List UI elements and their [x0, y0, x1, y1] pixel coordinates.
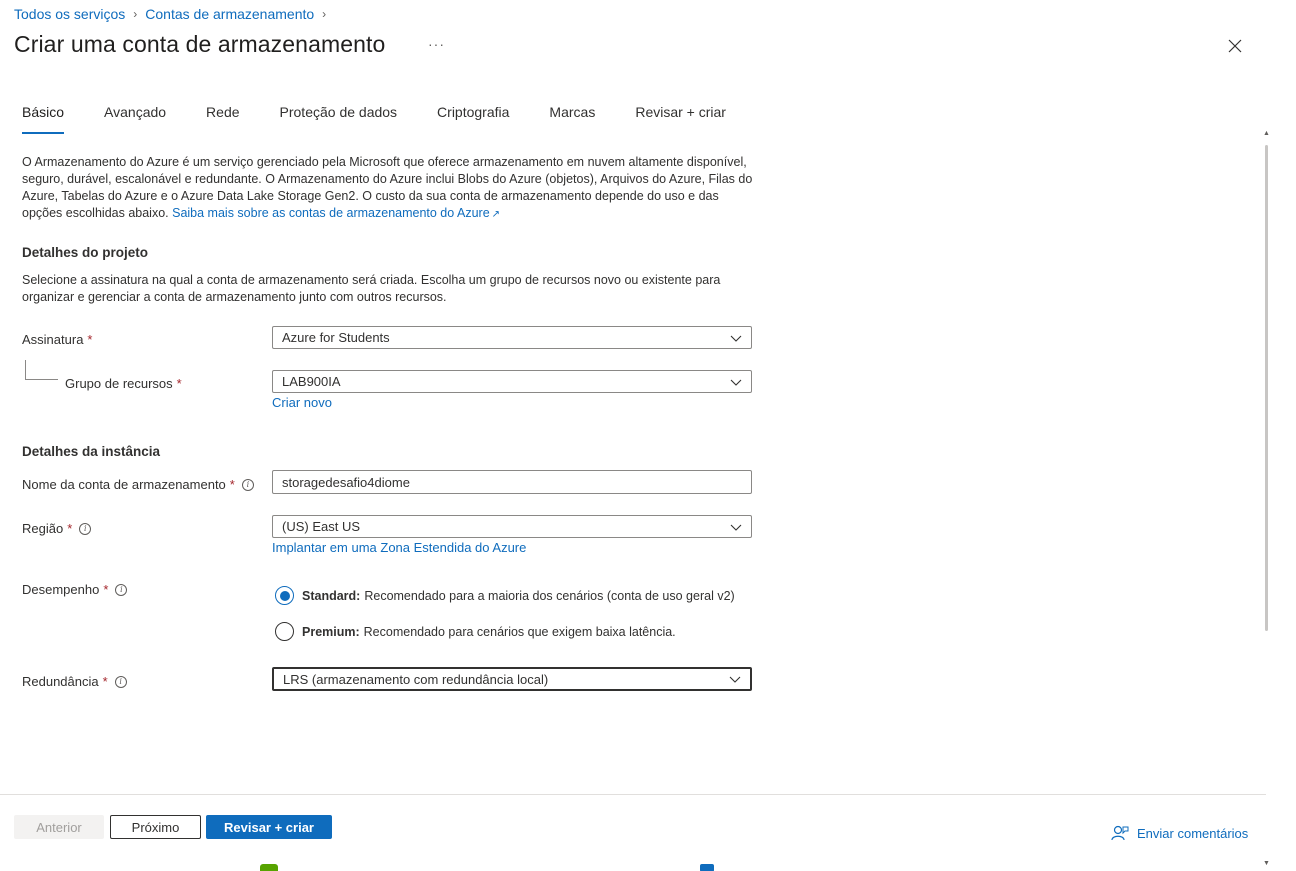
breadcrumb: Todos os serviços › Contas de armazename…: [14, 6, 334, 22]
background-icon: [260, 864, 278, 871]
region-value: (US) East US: [282, 519, 361, 534]
create-new-resource-group-link[interactable]: Criar novo: [272, 395, 332, 410]
background-icon: [700, 864, 714, 871]
storage-account-name-input[interactable]: storagedesafio4diome: [272, 470, 752, 494]
tree-connector: [25, 379, 58, 380]
resource-group-select[interactable]: LAB900IA: [272, 370, 752, 393]
chevron-down-icon: [730, 379, 742, 386]
required-marker: *: [102, 674, 108, 689]
chevron-right-icon: ›: [322, 7, 327, 21]
standard-description: Recomendado para a maioria dos cenários …: [364, 588, 735, 603]
scroll-down-icon[interactable]: ▼: [1263, 860, 1270, 867]
tree-connector: [25, 360, 26, 379]
subscription-select[interactable]: Azure for Students: [272, 326, 752, 349]
scrollbar-thumb[interactable]: [1265, 145, 1268, 631]
storage-account-name-value: storagedesafio4diome: [282, 474, 410, 490]
info-icon[interactable]: i: [79, 522, 92, 535]
tab-review-create[interactable]: Revisar + criar: [635, 104, 726, 130]
intro-section: O Armazenamento do Azure é um serviço ge…: [22, 154, 762, 223]
breadcrumb-storage-accounts[interactable]: Contas de armazenamento: [145, 6, 314, 22]
subscription-label-text: Assinatura: [22, 332, 84, 347]
tab-advanced[interactable]: Avançado: [104, 104, 166, 130]
tab-network[interactable]: Rede: [206, 104, 239, 130]
required-marker: *: [176, 376, 182, 391]
redundancy-select[interactable]: LRS (armazenamento com redundância local…: [272, 667, 752, 691]
region-select[interactable]: (US) East US: [272, 515, 752, 538]
edge-zone-link[interactable]: Implantar em uma Zona Estendida do Azure: [272, 540, 526, 555]
review-create-button[interactable]: Revisar + criar: [206, 815, 332, 839]
subscription-label: Assinatura *: [22, 332, 92, 347]
region-label-text: Região: [22, 521, 64, 536]
redundancy-label: Redundância * i: [22, 674, 127, 689]
subscription-value: Azure for Students: [282, 330, 390, 345]
external-link-icon: ↗: [491, 209, 501, 220]
performance-premium-option[interactable]: Premium: Recomendado para cenários que e…: [275, 622, 676, 641]
chevron-down-icon: [730, 335, 742, 342]
required-marker: *: [229, 477, 235, 492]
feedback-icon: [1111, 825, 1129, 841]
storage-name-label: Nome da conta de armazenamento * i: [22, 477, 254, 492]
region-label: Região * i: [22, 521, 92, 536]
info-icon[interactable]: i: [241, 478, 254, 491]
storage-name-label-text: Nome da conta de armazenamento: [22, 477, 226, 492]
learn-more-link[interactable]: Saiba mais sobre as contas de armazename…: [172, 206, 490, 220]
scroll-up-icon[interactable]: ▲: [1263, 130, 1270, 137]
chevron-down-icon: [729, 676, 741, 683]
info-icon[interactable]: i: [114, 675, 127, 688]
chevron-down-icon: [730, 524, 742, 531]
next-button[interactable]: Próximo: [110, 815, 201, 839]
more-options-icon[interactable]: ···: [428, 36, 445, 52]
required-marker: *: [87, 332, 93, 347]
required-marker: *: [67, 521, 73, 536]
footer-divider: [0, 794, 1266, 795]
tab-bar: Básico Avançado Rede Proteção de dados C…: [22, 104, 766, 134]
close-icon[interactable]: [1226, 37, 1244, 55]
performance-label-text: Desempenho: [22, 582, 100, 597]
project-details-title: Detalhes do projeto: [22, 245, 149, 260]
radio-premium[interactable]: [275, 622, 294, 641]
performance-label: Desempenho * i: [22, 582, 128, 597]
required-marker: *: [103, 582, 109, 597]
standard-bold-label: Standard:: [302, 588, 361, 603]
performance-standard-option[interactable]: Standard: Recomendado para a maioria dos…: [275, 586, 735, 605]
tab-tags[interactable]: Marcas: [549, 104, 595, 130]
tab-encryption[interactable]: Criptografia: [437, 104, 509, 130]
resource-group-value: LAB900IA: [282, 374, 341, 389]
intro-paragraph: O Armazenamento do Azure é um serviço ge…: [22, 154, 762, 223]
premium-description: Recomendado para cenários que exigem bai…: [363, 624, 676, 639]
resource-group-label: Grupo de recursos *: [65, 376, 182, 391]
previous-button[interactable]: Anterior: [14, 815, 104, 839]
tab-data-protection[interactable]: Proteção de dados: [280, 104, 398, 130]
info-icon[interactable]: i: [115, 583, 128, 596]
chevron-right-icon: ›: [133, 7, 138, 21]
feedback-label: Enviar comentários: [1137, 825, 1249, 841]
page-title: Criar uma conta de armazenamento: [14, 31, 386, 57]
redundancy-value: LRS (armazenamento com redundância local…: [283, 671, 549, 687]
redundancy-label-text: Redundância: [22, 674, 99, 689]
tab-basics[interactable]: Básico: [22, 104, 65, 134]
resource-group-label-text: Grupo de recursos: [65, 376, 173, 391]
radio-standard[interactable]: [275, 586, 294, 605]
instance-details-title: Detalhes da instância: [22, 444, 161, 459]
project-description: Selecione a assinatura na qual a conta d…: [22, 273, 721, 304]
premium-bold-label: Premium:: [302, 624, 360, 639]
breadcrumb-all-services[interactable]: Todos os serviços: [14, 6, 125, 22]
send-feedback-link[interactable]: Enviar comentários: [1111, 825, 1248, 841]
